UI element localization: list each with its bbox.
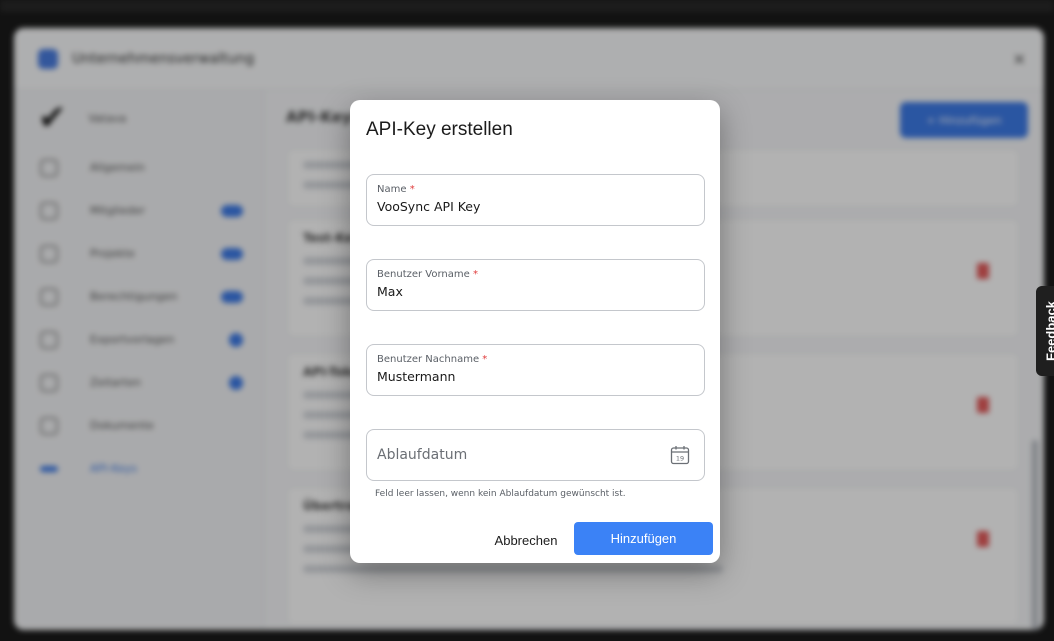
last-name-label-text: Benutzer Nachname [377, 354, 480, 365]
create-api-key-dialog: API-Key erstellen Name * Benutzer Vornam… [350, 100, 720, 563]
feedback-tab-label: Feedback [1043, 301, 1054, 361]
required-mark: * [472, 269, 478, 280]
last-name-field[interactable]: Benutzer Nachname * [366, 344, 705, 396]
expiry-date-field[interactable]: 19 [366, 429, 705, 481]
expiry-hint: Feld leer lassen, wenn kein Ablaufdatum … [375, 489, 626, 499]
first-name-input[interactable] [377, 284, 677, 299]
expiry-date-input[interactable] [377, 447, 677, 463]
last-name-field-label: Benutzer Nachname * [377, 354, 487, 365]
feedback-tab[interactable]: Feedback [1036, 286, 1054, 376]
dialog-title: API-Key erstellen [366, 119, 513, 140]
last-name-input[interactable] [377, 369, 677, 384]
submit-button[interactable]: Hinzufügen [574, 522, 713, 555]
name-field-label: Name * [377, 184, 415, 195]
required-mark: * [482, 354, 488, 365]
cancel-button[interactable]: Abbrechen [486, 525, 566, 555]
name-field[interactable]: Name * [366, 174, 705, 226]
first-name-label-text: Benutzer Vorname [377, 269, 470, 280]
first-name-field[interactable]: Benutzer Vorname * [366, 259, 705, 311]
name-input[interactable] [377, 199, 677, 214]
calendar-icon[interactable]: 19 [670, 445, 690, 465]
first-name-field-label: Benutzer Vorname * [377, 269, 478, 280]
name-label-text: Name [377, 184, 407, 195]
required-mark: * [409, 184, 415, 195]
calendar-day: 19 [676, 455, 684, 463]
